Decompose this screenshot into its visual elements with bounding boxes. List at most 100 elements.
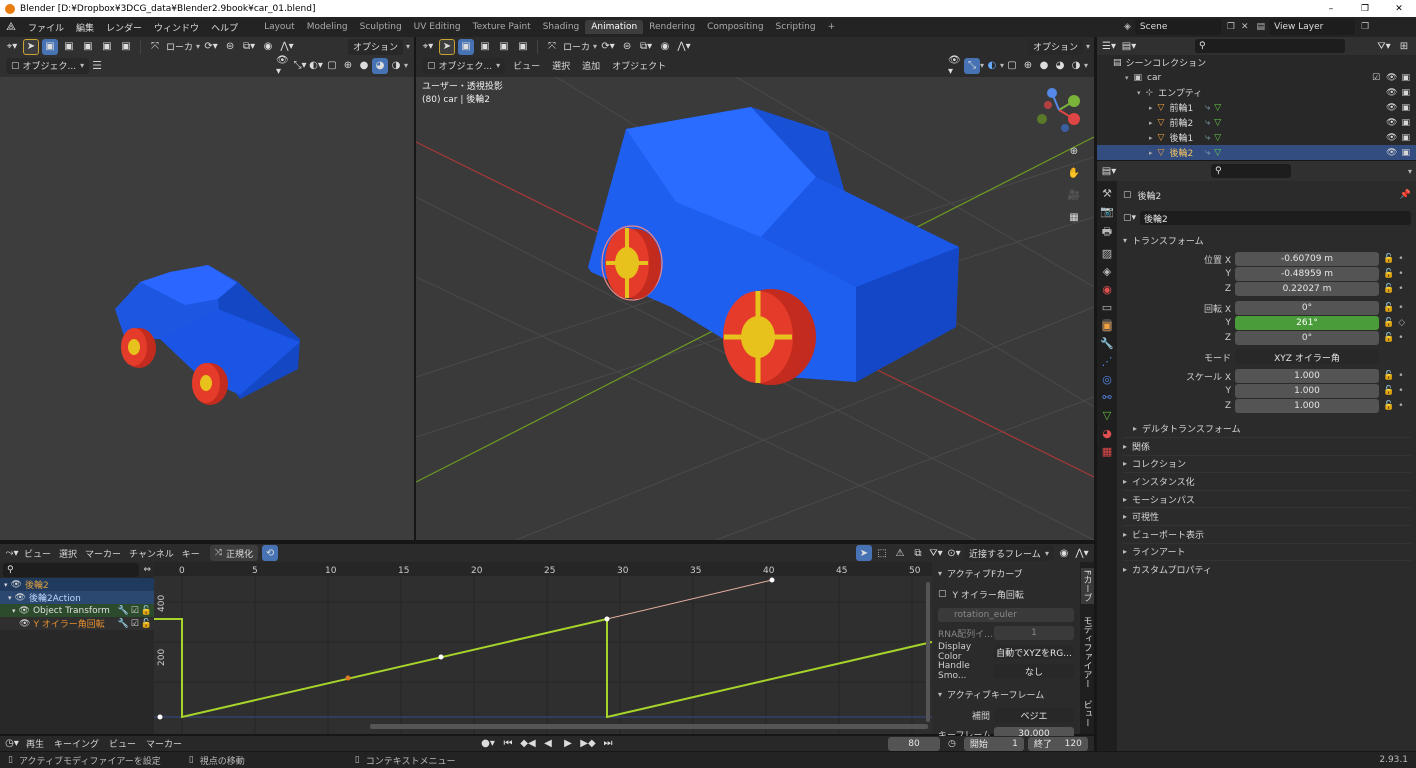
transform-value-field[interactable]: -0.48959 m xyxy=(1235,267,1379,281)
keyframe-dot-icon[interactable]: • xyxy=(1398,371,1403,381)
properties-editor-icon[interactable]: ▤▾ xyxy=(1101,163,1117,179)
keyframe-dot-icon[interactable]: ◇ xyxy=(1398,318,1405,328)
camera-icon[interactable]: 🎥 xyxy=(1066,187,1082,203)
display-color-select[interactable]: 自動でXYZをRG... xyxy=(994,645,1074,659)
transform-value-field[interactable]: 1.000 xyxy=(1235,369,1379,383)
channel-row[interactable]: 👁 Y オイラー角回転 🔧 ☑ 🔓 xyxy=(0,617,154,630)
scene-tab-icon[interactable]: ◈ xyxy=(1103,265,1111,278)
hamburger-icon[interactable]: ☰ xyxy=(92,59,102,72)
lock-icon[interactable]: 🔓 xyxy=(1383,371,1394,381)
transform-value-field[interactable]: 1.000 xyxy=(1235,384,1379,398)
physics-tab-icon[interactable]: ◎ xyxy=(1102,373,1112,386)
play-icon[interactable]: ▶ xyxy=(560,736,576,752)
outliner-row[interactable]: ▾ ▣ car ☑ 👁 ▣ xyxy=(1097,70,1416,85)
left-mode-selector[interactable]: ▢ オブジェク... ▾ xyxy=(6,57,90,74)
blender-logo-icon[interactable]: ⟁ xyxy=(0,20,22,34)
main-pivot-icon[interactable]: ⟳▾ xyxy=(600,39,616,55)
graph-editor-type-icon[interactable]: ⤳▾ xyxy=(4,545,20,561)
graph-menu-item[interactable]: 選択 xyxy=(59,547,77,560)
fcurve-tab[interactable]: Fカーブ xyxy=(1080,568,1094,605)
prev-key-icon[interactable]: ◆◀ xyxy=(520,736,536,752)
transform-expand-icon[interactable]: ▾ xyxy=(1123,236,1127,245)
only-selected-icon[interactable]: ➤ xyxy=(856,545,872,561)
keyframe-point[interactable] xyxy=(157,714,163,720)
camera-render-icon[interactable]: ▣ xyxy=(1401,88,1410,98)
main-wireframe-shading-icon[interactable]: ⊕ xyxy=(1020,58,1036,74)
channel-lock-icon[interactable]: 🔓 xyxy=(141,606,152,616)
graph-proportional-icon[interactable]: ◉ xyxy=(1056,545,1072,561)
orientation-icon[interactable]: ⤧ xyxy=(147,39,163,55)
main-material-shading-icon[interactable]: ◕ xyxy=(1052,58,1068,74)
menu-item[interactable]: 編集 xyxy=(70,21,100,34)
channel-wrench-icon[interactable]: 🔧 xyxy=(117,606,128,616)
property-section[interactable]: ▸ インスタンス化 xyxy=(1123,472,1411,490)
scene-remove-icon[interactable]: ✕ xyxy=(1241,22,1249,32)
pin-icon[interactable]: 📌 xyxy=(1400,190,1411,200)
channel-expand-icon[interactable]: ▾ xyxy=(4,581,8,589)
eye-icon[interactable]: 👁 xyxy=(1386,73,1397,83)
outliner-row[interactable]: ▸ ▽ 後輪1 ⤷ ▽ 👁 ▣ xyxy=(1097,130,1416,145)
workspace-tab[interactable]: Scripting xyxy=(770,20,822,34)
main-solid-shading-icon[interactable]: ● xyxy=(1036,58,1052,74)
lock-icon[interactable]: 🔓 xyxy=(1383,269,1394,279)
main-visibility-icon[interactable]: 👁▾ xyxy=(948,55,964,77)
handle-line[interactable] xyxy=(606,579,773,620)
property-section[interactable]: ▸ コレクション xyxy=(1123,454,1411,473)
zoom-icon[interactable]: ⊕ xyxy=(1066,143,1082,159)
expand-icon[interactable]: ▸ xyxy=(1149,134,1153,142)
graph-menu-item[interactable]: マーカー xyxy=(85,547,121,560)
fcurve-line[interactable] xyxy=(154,617,932,719)
rotation-mode-select[interactable]: XYZ オイラー角 xyxy=(1235,350,1379,364)
transform-value-field[interactable]: 1.000 xyxy=(1235,399,1379,413)
graph-area[interactable]: 0 5 10 15 20 25 30 35 40 45 50 400 200 xyxy=(154,562,932,734)
active-fcurve-title[interactable]: アクティブFカーブ xyxy=(947,567,1023,580)
main-overlay-icon[interactable]: ◐ xyxy=(984,58,1000,74)
viewport-menu-item[interactable]: ビュー xyxy=(508,59,545,72)
falloff-icon[interactable]: ⋀▾ xyxy=(279,39,295,55)
pivot-icon[interactable]: ⟳▾ xyxy=(203,39,219,55)
keyframe-point[interactable] xyxy=(604,616,610,622)
current-frame-field[interactable]: 80 xyxy=(888,736,940,751)
main-proportional-icon[interactable]: ◉ xyxy=(657,39,673,55)
xray-icon[interactable]: ▢ xyxy=(324,58,340,74)
select-mode-invert-icon[interactable]: ▣ xyxy=(99,39,115,55)
expand-icon[interactable]: ▾ xyxy=(1137,89,1141,97)
object-name-field[interactable]: 後輪2 xyxy=(1140,211,1411,225)
pivot-point-icon[interactable]: ⊙▾ xyxy=(946,545,962,561)
modifier-tab-icon[interactable]: 🔧 xyxy=(1100,337,1114,350)
snap-target-icon[interactable]: ⧉▾ xyxy=(241,39,257,55)
graph-menu-item[interactable]: チャンネル xyxy=(129,547,174,560)
menu-item[interactable]: ヘルプ xyxy=(205,21,244,34)
lock-icon[interactable]: 🔓 xyxy=(1383,401,1394,411)
collection-tab-icon[interactable]: ▭ xyxy=(1102,301,1112,314)
gizmo-icon[interactable]: ⤡▾ xyxy=(292,58,308,74)
object-tab-icon[interactable]: ▣ xyxy=(1101,319,1113,332)
transform-value-field[interactable]: 0° xyxy=(1235,331,1379,345)
filter-icon[interactable]: ⛛▾ xyxy=(1376,38,1392,54)
property-section[interactable]: ▸ モーションパス xyxy=(1123,489,1411,508)
main-xray-icon[interactable]: ▢ xyxy=(1004,58,1020,74)
outliner-row[interactable]: ▸ ▽ 前輪2 ⤷ ▽ 👁 ▣ xyxy=(1097,115,1416,130)
start-frame-field[interactable]: 開始 1 xyxy=(963,736,1024,751)
workspace-tab[interactable]: Sculpting xyxy=(354,20,408,34)
main-snap-target-icon[interactable]: ⧉▾ xyxy=(638,39,654,55)
create-ghost-icon[interactable]: ⧉ xyxy=(910,545,926,561)
main-options-button[interactable]: オプション xyxy=(1027,38,1083,55)
channel-row[interactable]: ▾ 👁 Object Transform 🔧 ☑ 🔓 xyxy=(0,604,154,617)
pan-hand-icon[interactable]: ✋ xyxy=(1066,165,1082,181)
normalize-refresh-icon[interactable]: ⟲ xyxy=(262,545,279,561)
ortho-grid-icon[interactable]: ▦ xyxy=(1066,209,1082,225)
wireframe-shading-icon[interactable]: ⊕ xyxy=(340,58,356,74)
eye-icon[interactable]: 👁 xyxy=(1386,118,1397,128)
keyframe-point[interactable] xyxy=(438,654,444,660)
left-options-button[interactable]: オプション xyxy=(347,38,403,55)
menu-item[interactable]: ウィンドウ xyxy=(148,21,205,34)
timeline-menu-item[interactable]: キーイング xyxy=(54,737,99,750)
output-tab-icon[interactable]: 🖶 xyxy=(1102,223,1112,242)
channel-visible-icon[interactable]: 👁 xyxy=(19,606,30,616)
main-rendered-shading-icon[interactable]: ◑ xyxy=(1068,58,1084,74)
lock-icon[interactable]: 🔓 xyxy=(1383,303,1394,313)
handle-point[interactable] xyxy=(345,675,351,681)
camera-render-icon[interactable]: ▣ xyxy=(1401,103,1410,113)
keyframe-dot-icon[interactable]: • xyxy=(1398,269,1403,279)
